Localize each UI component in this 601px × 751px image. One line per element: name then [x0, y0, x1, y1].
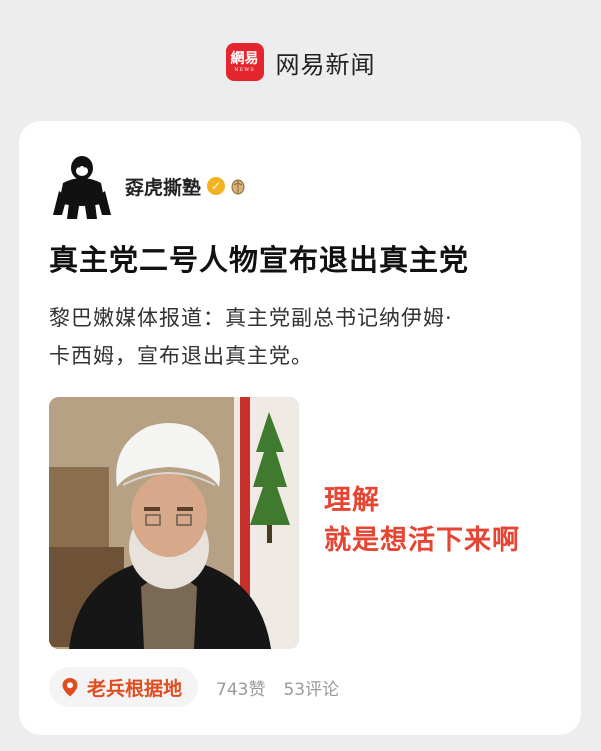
image-caption-overlay: 理解 就是想活下来啊 [324, 481, 520, 561]
caption-line: 就是想活下来啊 [324, 525, 520, 556]
gorilla-avatar[interactable] [49, 151, 115, 221]
summary[interactable]: 黎巴嫩媒体报道：真主党副总书记纳伊姆· 卡西姆，宣布退出真主党。 [49, 299, 549, 375]
author-row[interactable]: 孬虎撕塾 ✓ [49, 151, 248, 221]
seed-badge-icon [231, 179, 245, 195]
netease-logo-icon: 網易 NEWS [225, 43, 264, 81]
verified-check-icon: ✓ [207, 177, 226, 195]
news-card[interactable]: 孬虎撕塾 ✓ 真主党二号人物宣布退出真主党 黎巴嫩媒体报道：真主党副总书记纳伊姆… [19, 121, 581, 735]
location-chip[interactable]: 老兵根据地 [49, 667, 199, 707]
like-count[interactable]: 743赞 [216, 675, 265, 700]
headline[interactable]: 真主党二号人物宣布退出真主党 [49, 237, 559, 279]
location-label: 老兵根据地 [87, 677, 183, 700]
location-pin-icon [62, 678, 78, 697]
card-footer: 老兵根据地 743赞 53评论 [49, 667, 339, 707]
app-name: 网易新闻 [275, 50, 376, 79]
app-header: 網易 NEWS 网易新闻 [0, 34, 601, 90]
summary-line: 卡西姆，宣布退出真主党。 [49, 344, 313, 368]
author-name[interactable]: 孬虎撕塾 [125, 173, 201, 200]
caption-line: 理解 [324, 485, 380, 516]
news-photo[interactable] [49, 397, 299, 649]
comment-count[interactable]: 53评论 [283, 675, 339, 700]
summary-line: 黎巴嫩媒体报道：真主党副总书记纳伊姆· [49, 306, 453, 330]
